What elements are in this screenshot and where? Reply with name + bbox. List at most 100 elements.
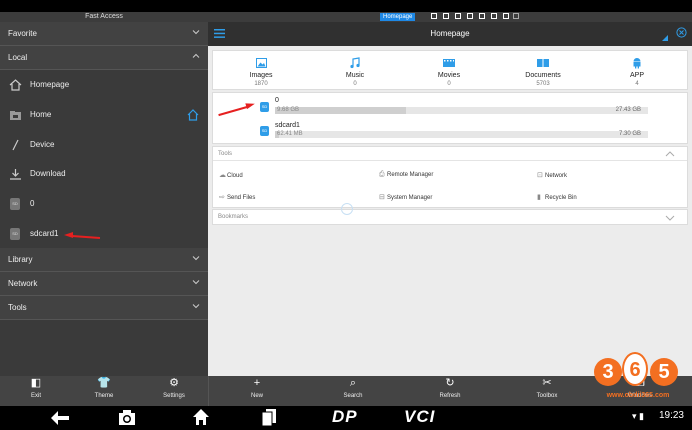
resize-corner-icon[interactable] <box>662 35 668 41</box>
refresh-button[interactable]: ↻ Refresh <box>430 376 470 406</box>
toolbar-label: Toolbox <box>536 393 558 399</box>
tools-card: Tools ☁Cloud ⎙ Remote Manager ⊡ Network ⇨ S… <box>212 146 688 208</box>
gear-icon: ⚙ <box>169 377 179 389</box>
refresh-icon: ↻ <box>445 377 455 389</box>
shirt-icon: 👕 <box>97 377 111 389</box>
app-bar: Homepage <box>208 22 692 46</box>
category-images[interactable]: Images 1870 <box>221 57 301 88</box>
category-count: 4 <box>635 81 639 87</box>
toolbar-label: Refresh <box>439 393 461 399</box>
sidebar-section-library[interactable]: Library <box>0 248 208 272</box>
close-icon[interactable] <box>676 27 687 38</box>
fast-access-title: Fast Access <box>0 12 208 22</box>
music-note-icon <box>350 57 360 69</box>
storage-used: 62.41 MB <box>277 131 303 137</box>
set-home-icon[interactable] <box>187 109 199 121</box>
category-movies[interactable]: Movies 0 <box>409 57 489 88</box>
tools-header[interactable]: Tools <box>213 147 687 161</box>
window-tab[interactable] <box>503 13 509 19</box>
network-icon: ⊡ <box>537 172 543 179</box>
chevron-down-icon <box>192 304 200 309</box>
sd-card-icon: SD <box>260 126 269 136</box>
annotation-arrow-head <box>64 232 73 238</box>
window-tab[interactable] <box>491 13 497 19</box>
window-tab[interactable] <box>479 13 485 19</box>
sd-card-icon: SD <box>260 102 269 112</box>
tab-homepage[interactable]: Homepage <box>380 13 416 21</box>
exit-button[interactable]: ◧ Exit <box>16 376 56 406</box>
back-icon[interactable] <box>50 410 70 426</box>
category-label: Images <box>249 72 273 79</box>
toolbox-button[interactable]: ✂ Toolbox <box>527 376 567 406</box>
sidebar-section-favorite[interactable]: Favorite <box>0 22 208 46</box>
sidebar-item-label: Download <box>30 169 66 178</box>
sidebar-item-sdcard1[interactable]: SD sdcard1 <box>0 219 208 249</box>
tool-send-files[interactable]: ⇨ Send Files <box>219 193 255 201</box>
sidebar-section-label: Library <box>8 255 33 264</box>
sidebar-item-device[interactable]: Device <box>0 130 208 160</box>
sidebar-item-label: 0 <box>30 199 35 208</box>
category-music[interactable]: Music 0 <box>315 57 395 88</box>
tool-recycle-bin[interactable]: ▮ Recycle Bin <box>537 193 577 201</box>
sidebar-section-label: Network <box>8 279 38 288</box>
sidebar-item-label: Homepage <box>30 80 70 89</box>
vci-logo[interactable]: VCI <box>404 407 435 427</box>
sidebar-section-label: Favorite <box>8 29 37 38</box>
search-button[interactable]: ⌕ Search <box>333 376 373 406</box>
slash-icon <box>12 139 19 151</box>
watermark-digit-5: 5 <box>650 358 678 386</box>
window-tab[interactable] <box>431 13 437 19</box>
sidebar-item-home[interactable]: Home <box>0 100 208 130</box>
sidebar-section-network[interactable]: Network <box>0 272 208 296</box>
tool-label: System Manager <box>387 195 433 201</box>
category-documents[interactable]: Documents 5703 <box>503 57 583 88</box>
window-tab[interactable] <box>455 13 461 19</box>
watermark-digit-3: 3 <box>594 358 622 386</box>
toolbar-label: Exit <box>30 393 41 399</box>
system-icon: ⊟ <box>379 194 385 201</box>
category-app[interactable]: APP 4 <box>597 57 677 88</box>
category-count: 0 <box>447 81 451 87</box>
dp-logo[interactable]: DP <box>332 407 358 427</box>
remote-icon: ⎙ <box>379 171 385 178</box>
window-tab[interactable] <box>443 13 449 19</box>
settings-button[interactable]: ⚙ Settings <box>154 376 194 406</box>
storage-total: 7.30 GB <box>618 131 641 137</box>
new-button[interactable]: + New <box>237 376 277 406</box>
storage-usage-bar <box>275 107 648 114</box>
sidebar-item-label: Device <box>30 140 55 149</box>
camera-icon[interactable] <box>118 409 136 426</box>
storage-row-sdcard1[interactable]: SD sdcard1 62.41 MB 7.30 GB <box>213 119 687 143</box>
home-icon[interactable] <box>192 408 210 426</box>
chevron-up-icon <box>192 53 200 58</box>
sidebar-section-local[interactable]: Local <box>0 46 208 70</box>
window-tab[interactable] <box>467 13 473 19</box>
category-count: 1870 <box>254 81 268 87</box>
tool-system-manager[interactable]: ⊟ System Manager <box>379 193 432 201</box>
recent-apps-icon[interactable] <box>262 409 276 426</box>
window-tab[interactable] <box>513 13 519 19</box>
sidebar-item-homepage[interactable]: Homepage <box>0 70 208 100</box>
sidebar-section-tools[interactable]: Tools <box>0 296 208 320</box>
folder-icon <box>10 111 21 120</box>
sidebar-item-download[interactable]: Download <box>0 159 208 189</box>
sidebar-section-label: Tools <box>8 303 27 312</box>
bookmarks-card[interactable]: Bookmarks <box>212 209 688 225</box>
tool-remote-manager[interactable]: ⎙ Remote Manager <box>379 171 433 179</box>
obdii365-watermark: 3 6 5 www.obdii365.com <box>592 352 684 412</box>
tool-label: Send Files <box>227 195 256 201</box>
chevron-down-icon <box>192 280 200 285</box>
tool-label: Remote Manager <box>387 172 434 178</box>
theme-button[interactable]: 👕 Theme <box>84 376 124 406</box>
category-label: Documents <box>525 72 561 79</box>
sidebar-item-label: sdcard1 <box>30 229 59 238</box>
storage-row-0[interactable]: SD 0 9.68 GB 27.43 GB <box>213 93 687 117</box>
sidebar-item-0[interactable]: SD 0 <box>0 189 208 219</box>
sidebar-item-label: Home <box>30 110 52 119</box>
tool-cloud[interactable]: ☁Cloud <box>219 171 243 179</box>
film-icon <box>443 59 455 67</box>
chevron-up-icon <box>665 151 675 157</box>
book-icon <box>537 59 549 67</box>
chevron-down-icon <box>665 215 675 221</box>
tool-network[interactable]: ⊡ Network <box>537 171 567 179</box>
